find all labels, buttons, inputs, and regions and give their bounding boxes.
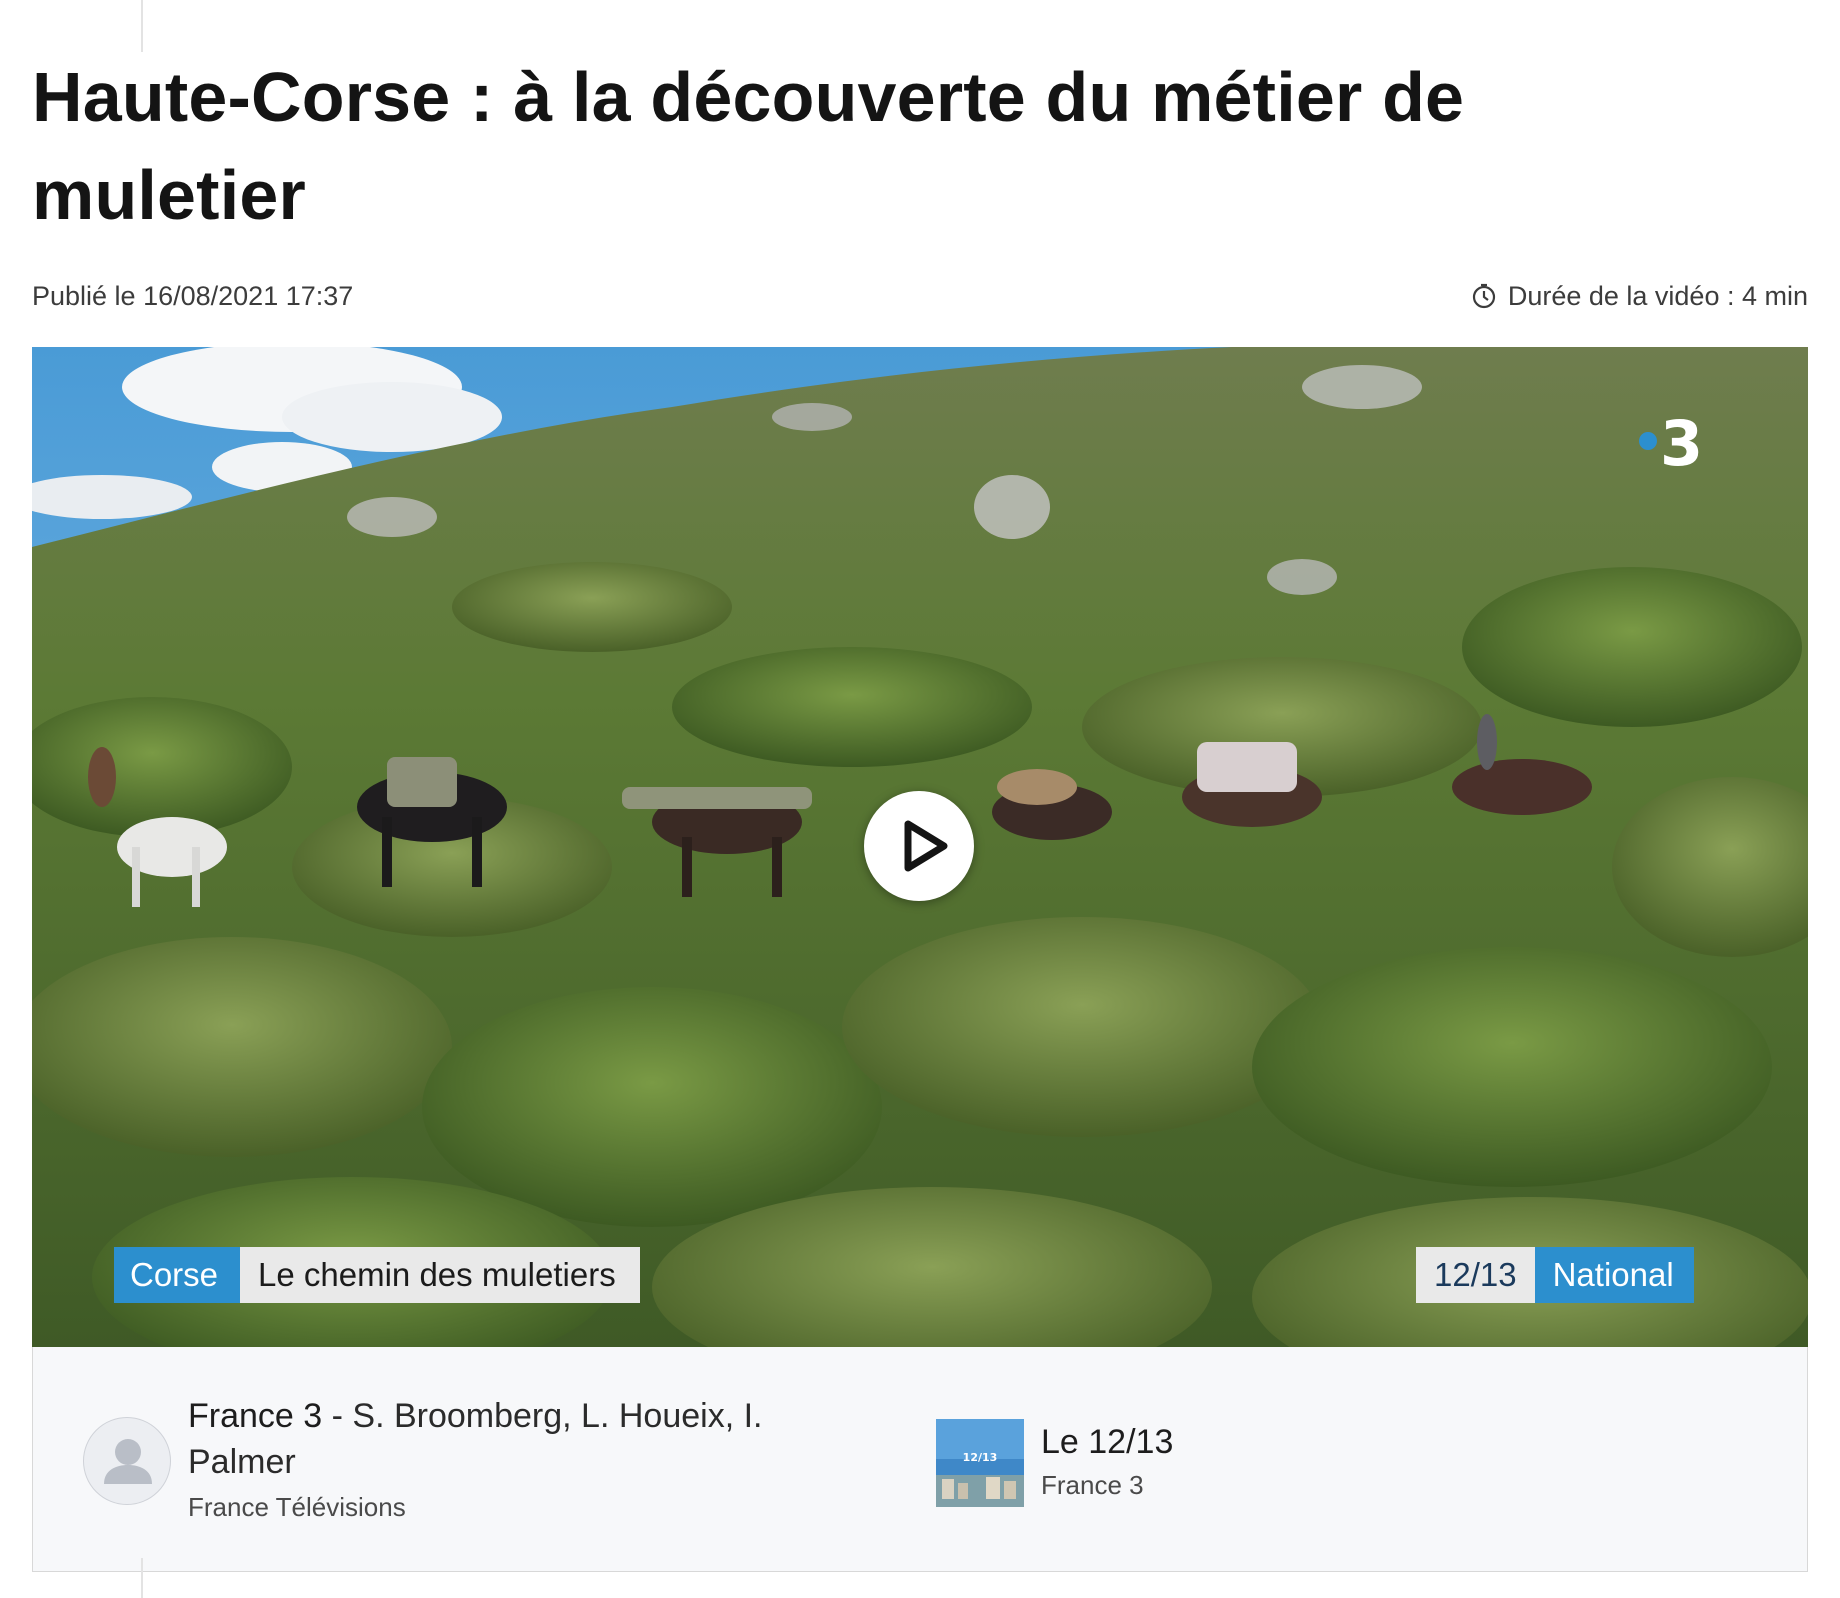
user-icon — [104, 1439, 152, 1484]
article-meta: Publié le 16/08/2021 17:37 Durée de la v… — [32, 274, 1808, 318]
lower-third-right: 12/13 National — [1416, 1247, 1694, 1303]
show-thumbnail[interactable]: 12/13 — [936, 1419, 1024, 1507]
video-player[interactable]: 3 Corse Le chemin des muletiers 12/13 Na… — [32, 347, 1808, 1347]
column-guide-bottom — [141, 1558, 143, 1598]
video-duration: Durée de la vidéo : 4 min — [1470, 281, 1808, 312]
clock-icon — [1472, 283, 1495, 309]
author-organization: France Télévisions — [188, 1492, 406, 1522]
play-icon — [904, 820, 948, 872]
duration-label: Durée de la vidéo : 4 min — [1507, 280, 1808, 311]
page-title: Haute-Corse : à la découverte du métier … — [32, 58, 1465, 234]
svg-text:12/13: 12/13 — [963, 1451, 998, 1464]
column-guide-top — [141, 0, 143, 52]
show-name-link[interactable]: Le 12/13 — [1041, 1419, 1173, 1465]
avatar — [83, 1417, 171, 1505]
publish-date: Publié le 16/08/2021 17:37 — [32, 280, 354, 311]
author-line: France 3 - S. Broomberg, L. Houeix, I. P… — [188, 1393, 848, 1485]
caption-edition: National — [1534, 1247, 1694, 1303]
author-outlet: France 3 — [188, 1397, 323, 1435]
channel-logo: 3 — [1639, 407, 1703, 480]
play-button[interactable] — [864, 791, 974, 901]
author-separator: - — [322, 1397, 353, 1435]
lower-third-left: Corse Le chemin des muletiers — [114, 1247, 640, 1303]
caption-show: 12/13 — [1416, 1247, 1535, 1303]
show-info: Le 12/13 France 3 — [1041, 1419, 1173, 1503]
video-credits-panel: France 3 - S. Broomberg, L. Houeix, I. P… — [32, 1347, 1808, 1572]
author-info: France 3 - S. Broomberg, L. Houeix, I. P… — [188, 1393, 848, 1525]
show-channel: France 3 — [1041, 1470, 1144, 1500]
caption-subject: Le chemin des muletiers — [240, 1247, 640, 1303]
caption-region: Corse — [114, 1247, 241, 1303]
svg-text:3: 3 — [1660, 407, 1703, 480]
